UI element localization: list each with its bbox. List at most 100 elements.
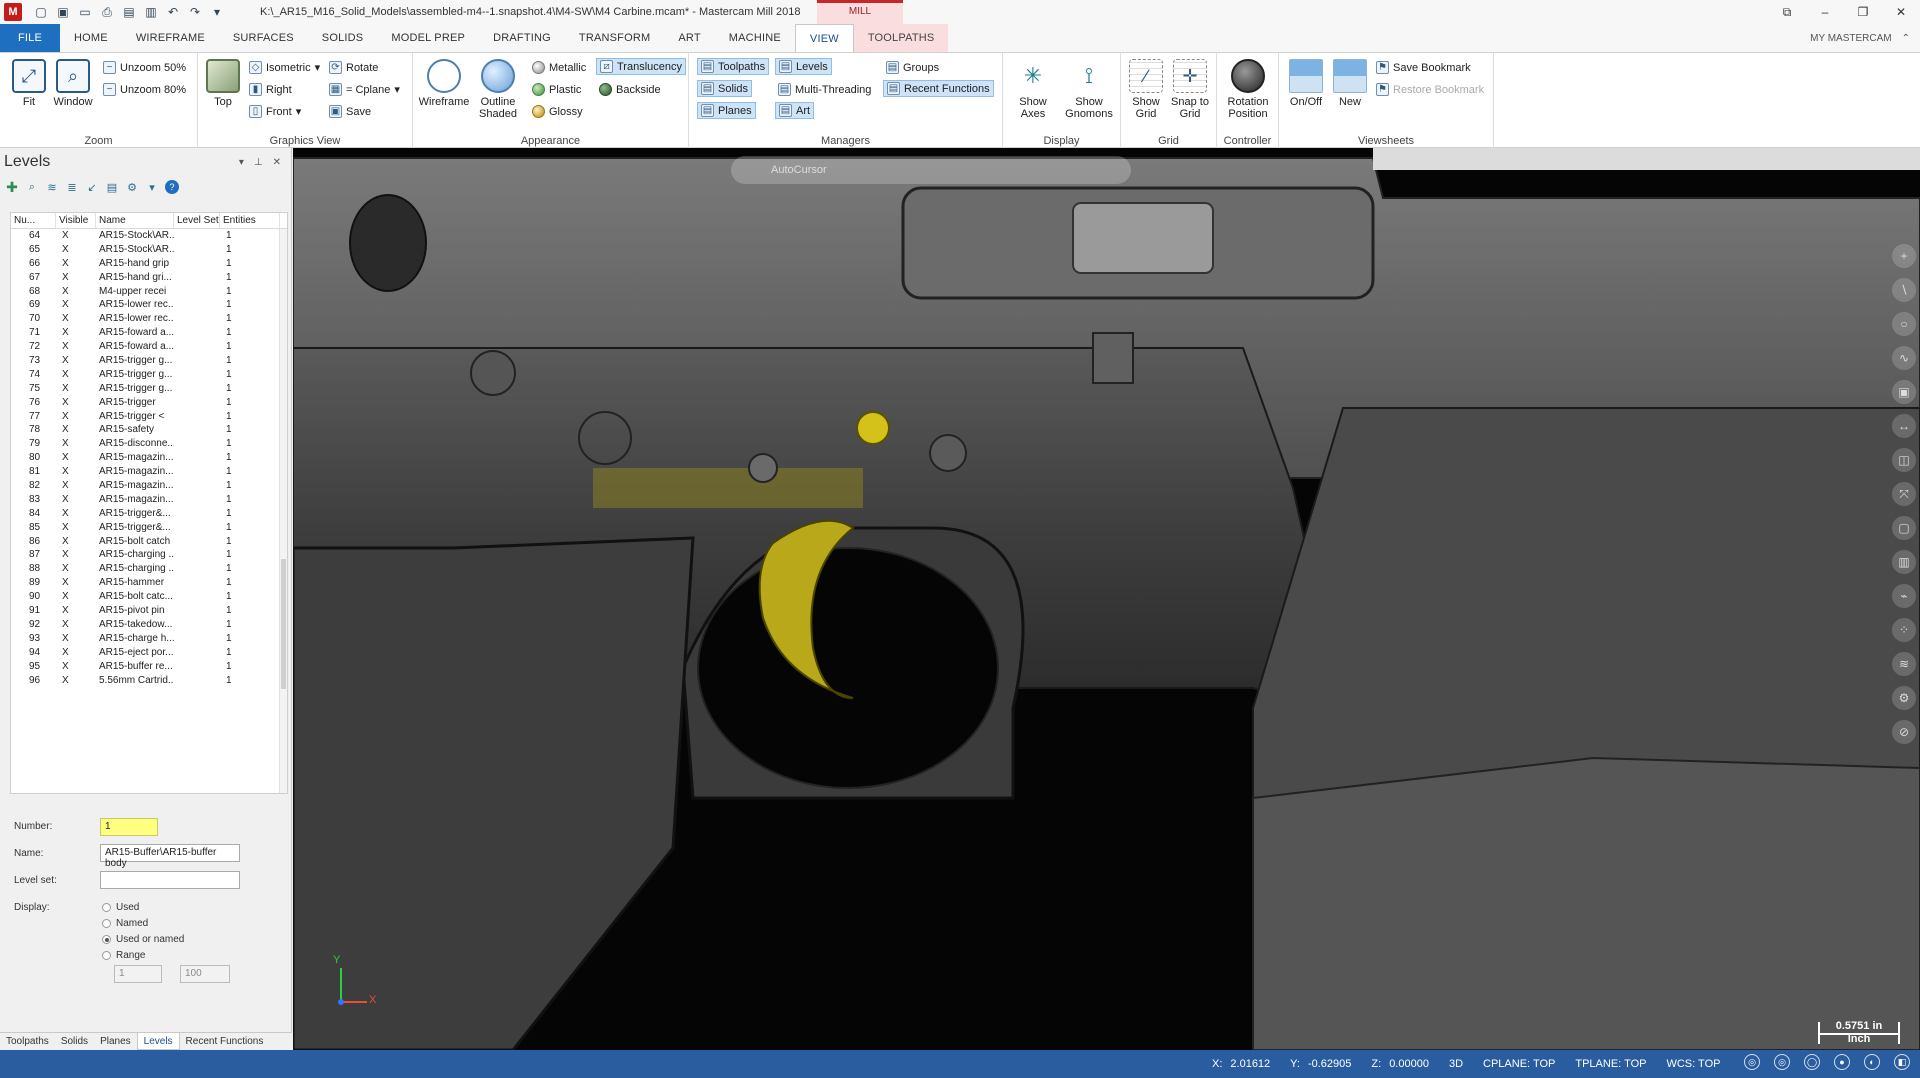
help-icon[interactable]: ⧉ <box>1768 0 1806 24</box>
planes-manager-toggle[interactable]: ▤ Planes <box>697 102 756 119</box>
wcs-status[interactable]: WCS: TOP <box>1666 1058 1720 1070</box>
level-visible-cell[interactable]: X <box>56 243 96 257</box>
level-visible-cell[interactable]: X <box>56 368 96 382</box>
level-visible-cell[interactable]: X <box>56 451 96 465</box>
translucency-toggle[interactable]: ⧄ Translucency <box>596 58 687 75</box>
wireframe-icon[interactable]: ◯ <box>1804 1054 1820 1070</box>
level-visible-cell[interactable]: X <box>56 562 96 576</box>
box-icon[interactable]: ▢ <box>1892 516 1916 540</box>
table-row[interactable]: 87 X AR15-charging ... 1 <box>11 548 287 562</box>
restore-bookmark-button[interactable]: ⚑ Restore Bookmark <box>1373 81 1487 98</box>
panel-close-icon[interactable]: ✕ <box>273 157 281 168</box>
globe-icon[interactable]: ◎ <box>1774 1054 1790 1070</box>
table-row[interactable]: 69 X AR15-lower rec... 1 <box>11 298 287 312</box>
y-coordinate[interactable]: Y: -0.62905 <box>1290 1058 1351 1070</box>
level-visible-cell[interactable]: X <box>56 298 96 312</box>
table-row[interactable]: 73 X AR15-trigger g... 1 <box>11 354 287 368</box>
table-row[interactable]: 68 X M4-upper recei 1 <box>11 285 287 299</box>
table-row[interactable]: 78 X AR15-safety 1 <box>11 423 287 437</box>
wireframe-button[interactable]: Wireframe <box>417 59 471 108</box>
level-visible-cell[interactable]: X <box>56 632 96 646</box>
rotation-position-button[interactable]: Rotation Position <box>1221 59 1275 120</box>
tab-drafting[interactable]: DRAFTING <box>479 24 565 52</box>
level-visible-cell[interactable]: X <box>56 271 96 285</box>
column-header-number[interactable]: Nu... <box>11 213 56 228</box>
table-row[interactable]: 66 X AR15-hand grip 1 <box>11 257 287 271</box>
table-row[interactable]: 64 X AR15-Stock\AR... 1 <box>11 229 287 243</box>
snap-to-grid-button[interactable]: ✛ Snap to Grid <box>1167 59 1213 120</box>
show-gnomons-button[interactable]: ⟟ Show Gnomons <box>1061 59 1117 120</box>
table-row[interactable]: 83 X AR15-magazin... 1 <box>11 493 287 507</box>
levels-manager-toggle[interactable]: ▤ Levels <box>775 58 832 75</box>
table-row[interactable]: 74 X AR15-trigger g... 1 <box>11 368 287 382</box>
display-range-radio[interactable]: Range <box>102 950 145 961</box>
plastic-button[interactable]: Plastic <box>529 81 584 98</box>
scrollbar-thumb[interactable] <box>281 559 286 689</box>
table-row[interactable]: 79 X AR15-disconne... 1 <box>11 437 287 451</box>
autocursor-toolbar[interactable]: AutoCursor <box>731 156 1131 184</box>
level-visible-cell[interactable]: X <box>56 229 96 243</box>
autocursor-label[interactable]: AutoCursor <box>771 164 827 176</box>
tab-art[interactable]: ART <box>664 24 714 52</box>
help-icon[interactable]: ? <box>165 180 179 194</box>
table-row[interactable]: 86 X AR15-bolt catch 1 <box>11 535 287 549</box>
analyze-icon[interactable]: ▥ <box>1892 550 1916 574</box>
top-view-button[interactable]: Top <box>200 59 246 108</box>
customize-qat-icon[interactable]: ▾ <box>208 3 226 21</box>
translucent-icon[interactable]: ◐ <box>1864 1054 1880 1070</box>
level-visible-cell[interactable]: X <box>56 674 96 688</box>
spline-icon[interactable]: ∿ <box>1892 346 1916 370</box>
display-settings-icon[interactable]: ◧ <box>1894 1054 1910 1070</box>
print-preview-icon[interactable]: ▤ <box>120 3 138 21</box>
table-row[interactable]: 82 X AR15-magazin... 1 <box>11 479 287 493</box>
multi-threading-manager-toggle[interactable]: ▤ Multi-Threading <box>775 81 874 98</box>
graphics-viewport[interactable]: AutoCursor + ∖ ○ ∿ ▣ ↔ ◫ ⤧ ▢ ▥ ⌁ ⁘ ≋ ⚙ ⊘ <box>293 148 1920 1050</box>
table-row[interactable]: 70 X AR15-lower rec... 1 <box>11 312 287 326</box>
table-row[interactable]: 76 X AR15-trigger 1 <box>11 396 287 410</box>
table-row[interactable]: 72 X AR15-foward a... 1 <box>11 340 287 354</box>
settings-gear-icon[interactable]: ⚙ <box>1892 686 1916 710</box>
table-row[interactable]: 88 X AR15-charging ... 1 <box>11 562 287 576</box>
restore-icon[interactable]: ❐ <box>1844 0 1882 24</box>
fit-button[interactable]: ⤢ Fit <box>6 59 52 108</box>
points-icon[interactable]: ⁘ <box>1892 618 1916 642</box>
find-icon[interactable]: ⌕ <box>25 180 39 194</box>
unzoom-50-button[interactable]: − Unzoom 50% <box>100 59 189 76</box>
tab-machine[interactable]: MACHINE <box>715 24 795 52</box>
layers-icon[interactable]: ≋ <box>45 180 59 194</box>
level-visible-cell[interactable]: X <box>56 465 96 479</box>
table-row[interactable]: 71 X AR15-foward a... 1 <box>11 326 287 340</box>
list-icon[interactable]: ▤ <box>105 180 119 194</box>
save-bookmark-button[interactable]: ⚑ Save Bookmark <box>1373 59 1474 76</box>
tab-recent-functions-manager[interactable]: Recent Functions <box>180 1033 270 1050</box>
level-visible-cell[interactable]: X <box>56 437 96 451</box>
table-row[interactable]: 84 X AR15-trigger&... 1 <box>11 507 287 521</box>
level-visible-cell[interactable]: X <box>56 535 96 549</box>
redo-icon[interactable]: ↷ <box>186 3 204 21</box>
tab-levels-manager[interactable]: Levels <box>136 1033 180 1050</box>
tab-model-prep[interactable]: MODEL PREP <box>377 24 479 52</box>
column-header-level-set[interactable]: Level Set <box>174 213 220 228</box>
right-view-button[interactable]: ▮ Right <box>246 81 295 98</box>
close-icon[interactable]: ✕ <box>1882 0 1920 24</box>
name-field[interactable]: AR15-Buffer\AR15-buffer body <box>100 844 240 869</box>
tab-transform[interactable]: TRANSFORM <box>565 24 664 52</box>
table-row[interactable]: 67 X AR15-hand gri... 1 <box>11 271 287 285</box>
mode-3d-toggle[interactable]: 3D <box>1449 1058 1463 1070</box>
display-used-or-named-radio[interactable]: Used or named <box>102 934 184 945</box>
tplane-status[interactable]: TPLANE: TOP <box>1575 1058 1646 1070</box>
level-visible-cell[interactable]: X <box>56 604 96 618</box>
tab-solids[interactable]: SOLIDS <box>308 24 378 52</box>
level-set-field[interactable] <box>100 871 240 889</box>
table-row[interactable]: 77 X AR15-trigger < 1 <box>11 410 287 424</box>
globe-icon[interactable]: ◎ <box>1744 1054 1760 1070</box>
tab-solids-manager[interactable]: Solids <box>55 1033 94 1050</box>
viewsheets-on-off-button[interactable]: On/Off <box>1283 59 1329 108</box>
table-row[interactable]: 94 X AR15-eject por... 1 <box>11 646 287 660</box>
chain-icon[interactable]: ⌁ <box>1892 584 1916 608</box>
unzoom-80-button[interactable]: − Unzoom 80% <box>100 81 189 98</box>
measure-icon[interactable]: ◫ <box>1892 448 1916 472</box>
glossy-button[interactable]: Glossy <box>529 103 586 120</box>
rotate-button[interactable]: ⟳ Rotate <box>326 59 381 76</box>
table-row[interactable]: 91 X AR15-pivot pin 1 <box>11 604 287 618</box>
